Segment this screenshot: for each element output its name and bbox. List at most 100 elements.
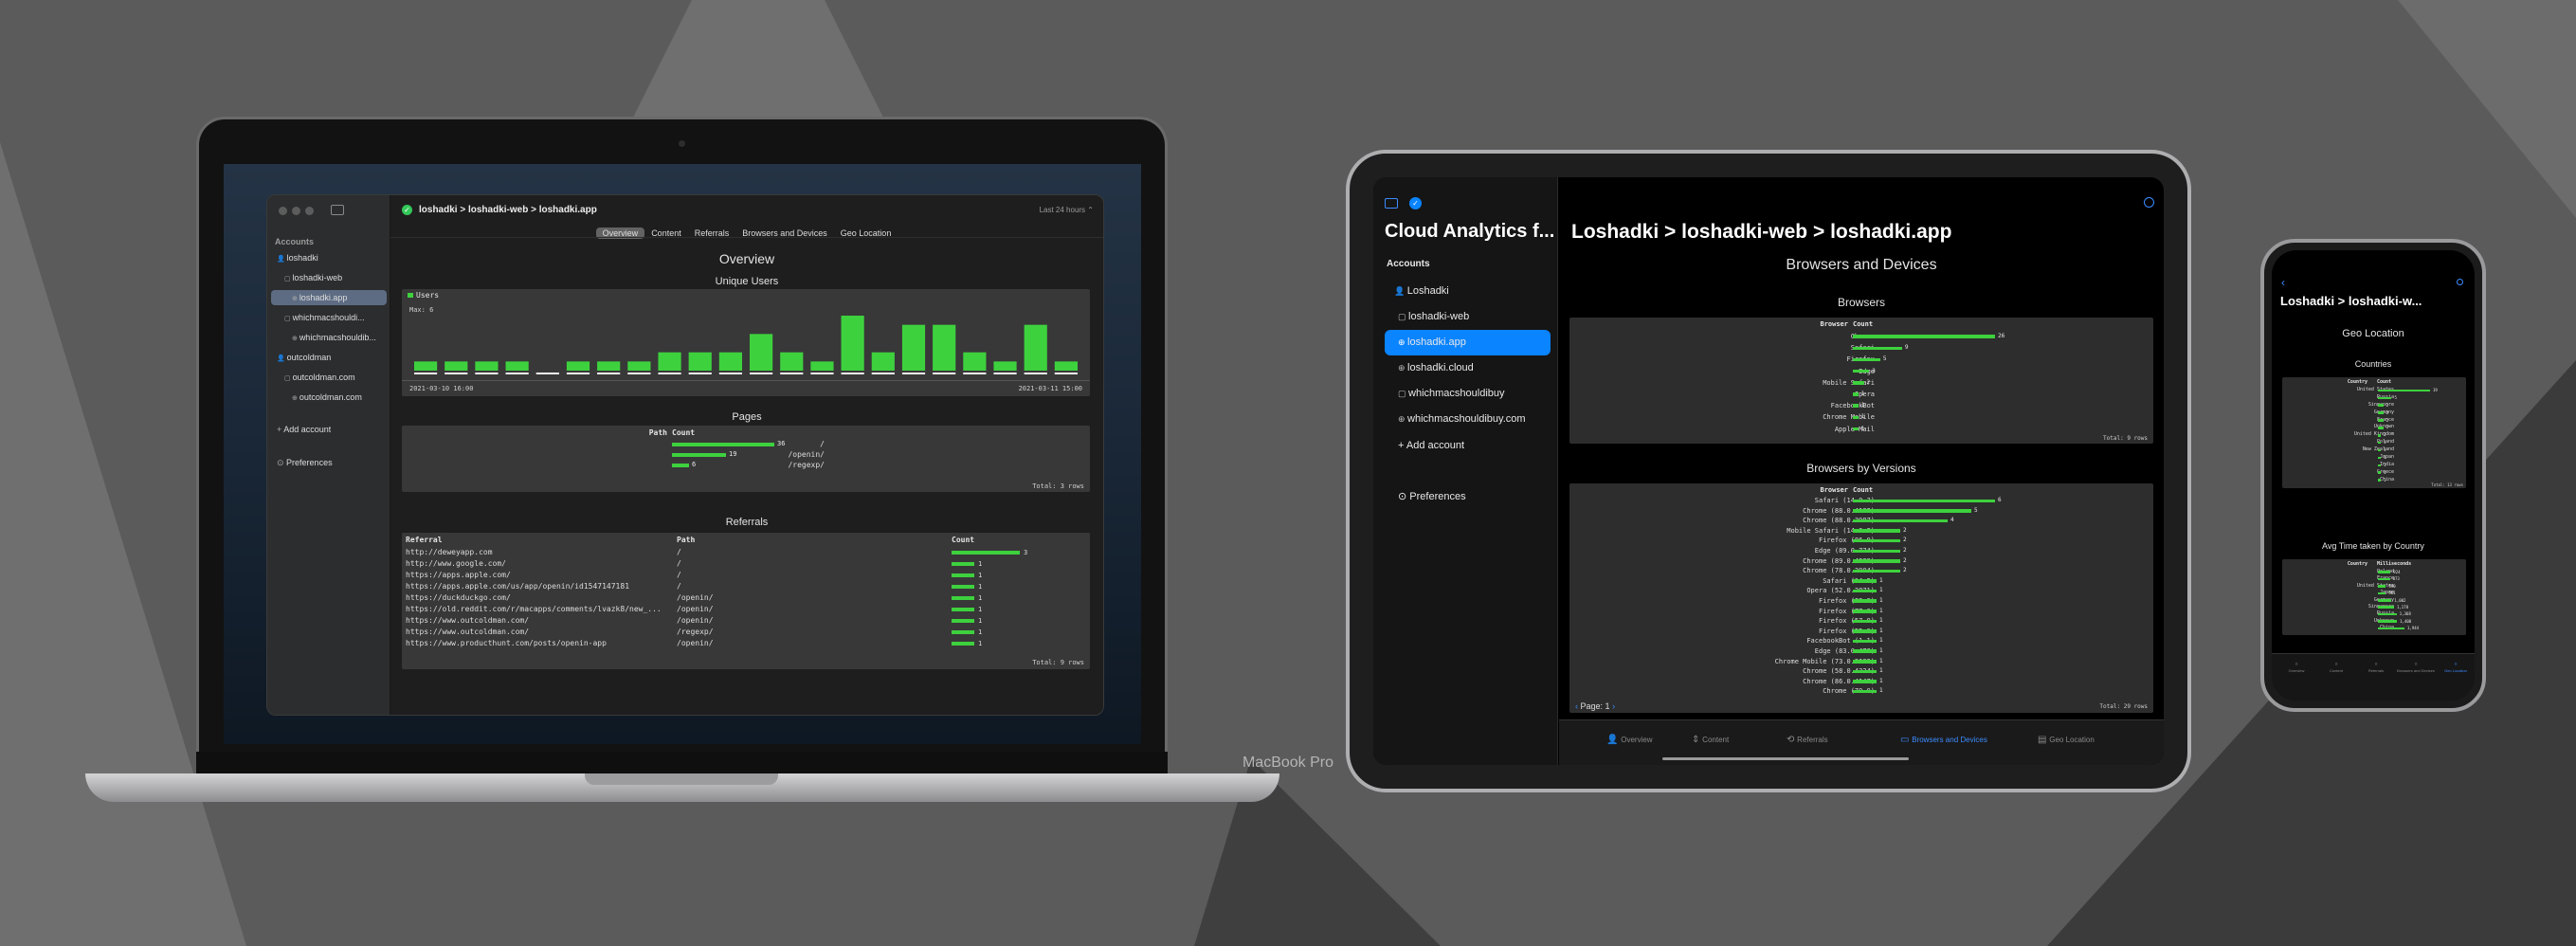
sidebar-item[interactable]: ▢ whichmacshouldibuy	[1385, 381, 1551, 407]
table-row[interactable]: / 36	[402, 439, 1090, 449]
table-row[interactable]: Unknown1,400	[2282, 618, 2466, 625]
sidebar-toggle-icon[interactable]	[1385, 198, 1398, 209]
table-row[interactable]: Edge (89.0.774) 2	[1569, 546, 2153, 556]
minimize-button[interactable]	[292, 207, 300, 215]
sidebar-item[interactable]: ⊕ loshadki.cloud	[1385, 355, 1551, 381]
table-row[interactable]: Russia5	[2282, 394, 2466, 402]
back-chevron-icon[interactable]: ‹	[2281, 276, 2285, 289]
table-row[interactable]: Safari (14.0.3) 6	[1569, 496, 2153, 506]
table-row[interactable]: Mobile Safari (14.0.3) 2	[1569, 526, 2153, 537]
table-row[interactable]: Firefox (77.0) 1	[1569, 607, 2153, 617]
table-row[interactable]: United States 590	[2282, 583, 2466, 590]
table-row[interactable]: Chrome (78.0.3904) 2	[1569, 566, 2153, 576]
sidebar-item[interactable]: ▢ loshadki-web	[1385, 304, 1551, 330]
sidebar-item[interactable]: 👤 loshadki	[271, 250, 387, 265]
sidebar-item[interactable]: ▢ outcoldman.com	[271, 370, 387, 385]
table-row[interactable]: https://www.outcoldman.com/ /openin/1	[402, 615, 1090, 627]
table-row[interactable]: Edge3	[1569, 366, 2153, 377]
table-row[interactable]: /openin/19	[402, 449, 1090, 460]
table-row[interactable]: Firefox (88.0) 1	[1569, 596, 2153, 607]
table-row[interactable]: Opera (52.0.2871) 1	[1569, 586, 2153, 596]
tab-content[interactable]: ▫ Content	[2317, 660, 2355, 673]
table-row[interactable]: Firefox5	[1569, 354, 2153, 365]
table-row[interactable]: Firefox (57.0) 1	[1569, 616, 2153, 627]
chevron-right-icon[interactable]: ›	[1612, 701, 1615, 711]
table-row[interactable]: Japan 1	[2282, 454, 2466, 462]
tab-overview[interactable]: ▫ Overview	[2277, 660, 2315, 673]
table-row[interactable]: http://deweyapp.com / 3	[402, 547, 1090, 558]
table-row[interactable]: Safari (14.2) 1	[1569, 576, 2153, 587]
table-row[interactable]: Apple Mail 1	[1569, 424, 2153, 435]
table-row[interactable]: Singapore2	[2282, 402, 2466, 409]
table-row[interactable]: Chrome (86.0.4147) 1	[1569, 677, 2153, 687]
add-account-button[interactable]: + Add account	[1385, 433, 1551, 459]
table-row[interactable]: https://duckduckgo.com/ /openin/1	[402, 592, 1090, 604]
tab-browsers-and-devices[interactable]: ▭ Browsers and Devices	[1900, 735, 1987, 745]
tab-browsers-and-devices[interactable]: ▫ Browsers and Devices	[2397, 660, 2435, 673]
table-row[interactable]: Russia1,368	[2282, 610, 2466, 617]
referral-url[interactable]: https://www.producthunt.com/posts/openin…	[406, 638, 671, 649]
table-row[interactable]: Poland 1	[2282, 439, 2466, 446]
sidebar-item[interactable]: 👤 Loshadki	[1385, 279, 1551, 304]
tab-geo-location[interactable]: ▫ Geo Location	[2437, 660, 2475, 673]
table-row[interactable]: Opera 1	[1569, 389, 2153, 400]
table-row[interactable]: Edge (83.0.478) 1	[1569, 646, 2153, 657]
table-row[interactable]: Chrome Mobile (73.0.3683) 1	[1569, 657, 2153, 667]
preferences-button[interactable]: ⊙ Preferences	[277, 455, 333, 470]
table-row[interactable]: https://apps.apple.com/ / 1	[402, 570, 1090, 581]
preferences-button[interactable]: ⊙ Preferences	[1385, 484, 1551, 510]
table-row[interactable]: http://www.google.com/ / 1	[402, 558, 1090, 570]
referral-url[interactable]: http://www.google.com/	[406, 558, 671, 570]
sidebar-item[interactable]: ⊕ loshadki.app	[271, 290, 387, 305]
chevron-left-icon[interactable]: ‹	[1575, 701, 1578, 711]
table-row[interactable]: France 2	[2282, 417, 2466, 425]
table-row[interactable]: FacebookBot1	[1569, 400, 2153, 411]
table-row[interactable]: China1,944	[2282, 625, 2466, 631]
sidebar-toggle-icon[interactable]	[331, 205, 344, 215]
table-row[interactable]: Chrome (89.0.4389) 2	[1569, 556, 2153, 567]
sidebar-item[interactable]: ⊕ outcoldman.com	[271, 390, 387, 405]
table-row[interactable]: Japan 581	[2282, 590, 2466, 596]
referral-url[interactable]: https://apps.apple.com/us/app/openin/id1…	[406, 581, 671, 592]
sidebar-item[interactable]: 👤 outcoldman	[271, 350, 387, 365]
tab-overview[interactable]: 👤 Overview	[1606, 735, 1653, 745]
sidebar-item[interactable]: ⊕ whichmacshouldib...	[271, 330, 387, 345]
sidebar-item[interactable]: ▢ whichmacshouldi...	[271, 310, 387, 325]
table-row[interactable]: India 1	[2282, 462, 2466, 469]
table-row[interactable]: Poland924	[2282, 569, 2466, 575]
table-row[interactable]: Safari9	[1569, 342, 2153, 354]
table-row[interactable]: Firefox (86.0) 2	[1569, 536, 2153, 546]
table-row[interactable]: Chrome (58.0.4324) 1	[1569, 666, 2153, 677]
table-row[interactable]: United States 19	[2282, 387, 2466, 394]
referral-url[interactable]: http://deweyapp.com	[406, 547, 671, 558]
table-row[interactable]: Greece 1	[2282, 469, 2466, 477]
sidebar-item[interactable]: ⊕ loshadki.app	[1385, 330, 1551, 355]
table-row[interactable]: FacebookBot (1.1) 1	[1569, 636, 2153, 646]
referral-url[interactable]: https://www.outcoldman.com/	[406, 615, 671, 627]
table-row[interactable]: https://old.reddit.com/r/macapps/comment…	[402, 604, 1090, 615]
referral-url[interactable]: https://apps.apple.com/	[406, 570, 671, 581]
table-row[interactable]: Chrome (88.0.3987) 4	[1569, 516, 2153, 526]
tab-referrals[interactable]: ⟲ Referrals	[1787, 735, 1828, 745]
close-button[interactable]	[279, 207, 287, 215]
referral-url[interactable]: https://old.reddit.com/r/macapps/comment…	[406, 604, 671, 615]
tab-content[interactable]: ⇕ Content	[1692, 735, 1729, 745]
table-row[interactable]: New Zealand 1	[2282, 446, 2466, 454]
add-account-button[interactable]: + Add account	[277, 422, 331, 437]
table-row[interactable]: Mobile Safari 2	[1569, 377, 2153, 389]
tab-geo-location[interactable]: ▤ Geo Location	[2038, 735, 2095, 745]
table-row[interactable]: /regexp/6	[402, 460, 1090, 470]
table-row[interactable]: Germany1,002	[2282, 597, 2466, 604]
sidebar-item[interactable]: ▢ loshadki-web	[271, 270, 387, 285]
table-row[interactable]: Singapore1,178	[2282, 604, 2466, 610]
table-row[interactable]: Chrome (88.0.4183) 5	[1569, 506, 2153, 517]
settings-icon[interactable]	[2457, 279, 2463, 285]
referral-url[interactable]: https://duckduckgo.com/	[406, 592, 671, 604]
table-row[interactable]: Chrome26	[1569, 331, 2153, 342]
table-row[interactable]: Chrome Mobile 1	[1569, 411, 2153, 423]
table-row[interactable]: https://apps.apple.com/us/app/openin/id1…	[402, 581, 1090, 592]
table-row[interactable]: France873	[2282, 575, 2466, 582]
referral-url[interactable]: https://www.outcoldman.com/	[406, 627, 671, 638]
table-row[interactable]: Firefox (55.0) 1	[1569, 627, 2153, 637]
settings-icon[interactable]	[2144, 197, 2154, 208]
